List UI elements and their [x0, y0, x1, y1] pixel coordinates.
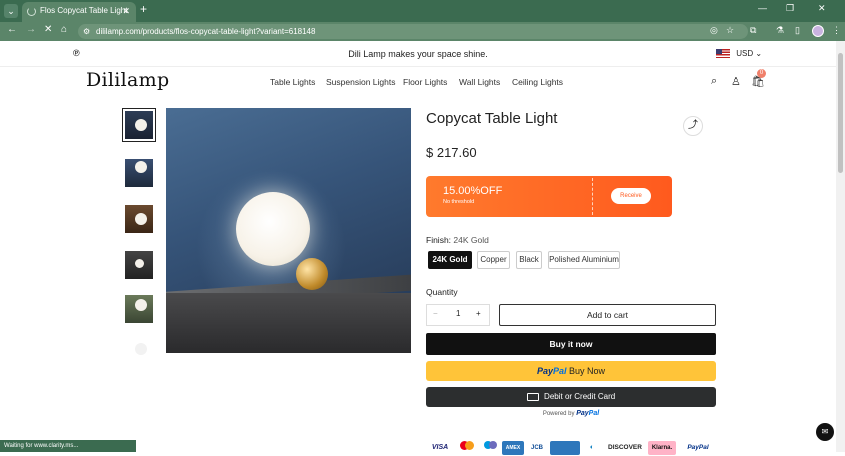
powered-by-paypal: Powered by PayPal [542, 410, 600, 417]
account-icon[interactable]: ♙ [731, 75, 741, 88]
paypal-buy-now-label: Buy Now [569, 366, 606, 376]
receive-coupon-button[interactable]: Receive [611, 188, 651, 204]
finish-value: 24K Gold [453, 235, 489, 245]
menu-dots-icon[interactable]: ⋮ [832, 25, 841, 36]
announcement-text: Dili Lamp makes your space shine. [348, 49, 488, 59]
mastercard-icon [456, 441, 478, 455]
minimize-icon[interactable]: — [758, 3, 767, 13]
thumbnail-6[interactable] [122, 338, 156, 372]
paypal-buy-now-button[interactable]: PayPal Buy Now [426, 361, 716, 381]
thumbnail-5[interactable] [122, 292, 156, 326]
site-logo[interactable]: Dililamp [86, 69, 169, 91]
option-24k-gold[interactable]: 24K Gold [428, 251, 472, 269]
coupon-note: No threshold [443, 199, 475, 205]
new-tab-icon[interactable]: + [140, 2, 147, 16]
lamp-gold-sphere [296, 258, 328, 290]
nav-ceiling-lights[interactable]: Ceiling Lights [512, 77, 563, 87]
thumbnail-2[interactable] [122, 156, 156, 190]
site-info-icon[interactable]: ⚙ [83, 24, 90, 39]
coupon-card: 15.00%OFF No threshold Receive [426, 176, 672, 217]
paypal-logo-pal: Pal [552, 366, 567, 376]
lamp-globe [236, 192, 310, 266]
currency-label: USD [736, 49, 754, 58]
page-scrollbar[interactable] [836, 41, 845, 452]
thumbnail-1[interactable] [122, 108, 156, 142]
currency-selector[interactable]: USD ⌄ [716, 49, 763, 59]
loading-spinner-icon [27, 7, 36, 16]
nav-wall-lights[interactable]: Wall Lights [459, 77, 500, 87]
profile-avatar[interactable] [812, 25, 824, 37]
option-copper[interactable]: Copper [477, 251, 510, 269]
site-header: Dililamp Table Lights Suspension Lights … [0, 67, 836, 99]
product-title: Copycat Table Light [426, 110, 558, 127]
url-field[interactable]: ⚙ dililamp.com/products/flos-copycat-tab… [78, 24, 748, 39]
debit-credit-card-button[interactable]: Debit or Credit Card [426, 387, 716, 407]
quantity-label: Quantity [426, 287, 458, 297]
extensions-icon[interactable]: ⧉ [750, 25, 756, 36]
share-icon[interactable]: ⤴ [683, 116, 703, 136]
discover-icon: DISCOVER [608, 444, 642, 451]
main-product-image[interactable] [166, 108, 411, 353]
card-button-label: Debit or Credit Card [544, 392, 616, 401]
search-icon[interactable]: ⌕ [711, 75, 717, 88]
paypal-logo-pay: Pay [536, 366, 553, 376]
diners-icon: ◐ [589, 444, 595, 451]
back-icon[interactable]: ← [7, 24, 17, 35]
add-to-cart-button[interactable]: Add to cart [499, 304, 716, 326]
maestro-icon [482, 441, 498, 455]
nav-table-lights[interactable]: Table Lights [270, 77, 315, 87]
klarna-icon: Klarna. [648, 441, 676, 455]
option-black[interactable]: Black [516, 251, 542, 269]
paypal-payment-icon: PayPal [687, 444, 709, 451]
product-price: $ 217.60 [426, 145, 477, 160]
status-bar: Waiting for www.clarity.ms... [0, 440, 136, 452]
amex-icon: AMEX [502, 441, 524, 455]
restore-icon[interactable]: ❐ [786, 3, 794, 14]
address-bar-row: ← → ✕ ⌂ ⚙ dililamp.com/products/flos-cop… [0, 22, 845, 41]
thumbnail-4[interactable] [122, 248, 156, 282]
browser-tab-bar: ⌄ Flos Copycat Table Light ✕ + — ❐ ✕ [0, 0, 845, 22]
stop-icon[interactable]: ✕ [44, 24, 52, 35]
side-panel-icon[interactable]: ▯ [795, 25, 800, 36]
browser-tab[interactable]: Flos Copycat Table Light ✕ [22, 2, 136, 22]
credit-card-icon [526, 392, 539, 401]
tab-search-icon[interactable]: ⌄ [4, 4, 18, 18]
increase-button[interactable]: + [476, 309, 481, 318]
quantity-value[interactable]: 1 [456, 309, 460, 318]
announcement-bar: ℗ Dili Lamp makes your space shine. USD … [0, 41, 836, 67]
chevron-down-icon: ⌄ [755, 49, 763, 58]
buy-it-now-button[interactable]: Buy it now [426, 333, 716, 355]
thumbnail-3[interactable] [122, 202, 156, 236]
option-polished-aluminium[interactable]: Polished Aluminium [548, 251, 620, 269]
us-flag-icon [716, 49, 730, 59]
eye-off-icon[interactable]: ◎ [710, 25, 718, 36]
lab-icon[interactable]: ⚗ [776, 25, 784, 36]
coupon-discount: 15.00%OFF [443, 185, 503, 197]
url-text: dililamp.com/products/flos-copycat-table… [96, 27, 316, 36]
close-tab-icon[interactable]: ✕ [122, 2, 130, 20]
bookmark-star-icon[interactable]: ☆ [726, 25, 734, 36]
close-window-icon[interactable]: ✕ [818, 3, 826, 14]
quantity-stepper: − 1 + [426, 304, 490, 326]
finish-label: Finish: 24K Gold [426, 235, 489, 245]
amex-card-icon [550, 441, 580, 455]
nav-floor-lights[interactable]: Floor Lights [403, 77, 447, 87]
decrease-button[interactable]: − [433, 309, 438, 318]
forward-icon[interactable]: → [26, 24, 36, 35]
home-icon[interactable]: ⌂ [61, 24, 67, 35]
nav-suspension-lights[interactable]: Suspension Lights [326, 77, 395, 87]
chat-icon[interactable]: ✉ [816, 423, 834, 441]
cart-count-badge: 0 [757, 69, 766, 78]
visa-icon: VISA [431, 444, 449, 451]
jcb-icon: JCB [530, 445, 543, 451]
tab-title: Flos Copycat Table Light [40, 6, 128, 15]
